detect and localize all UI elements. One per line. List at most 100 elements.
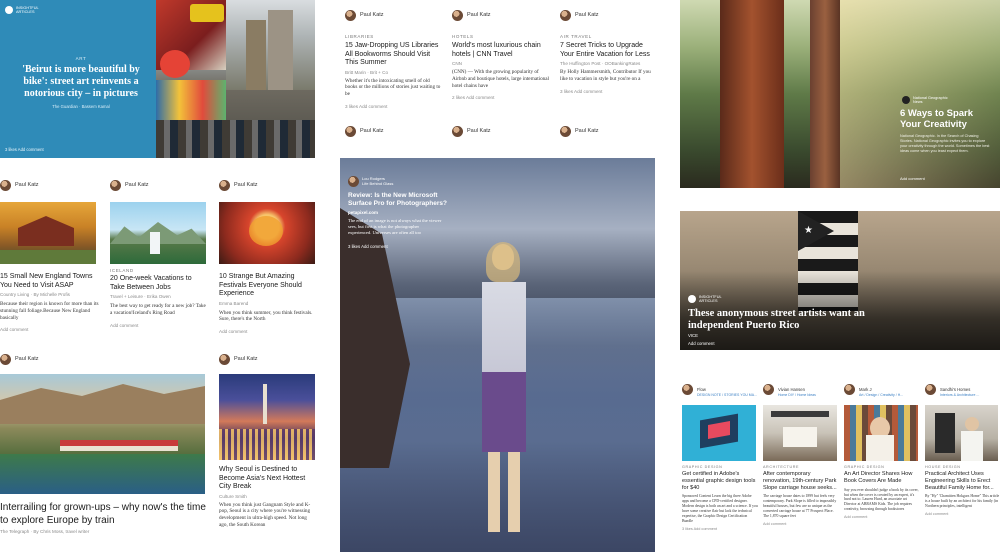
card-actions[interactable]: 3 likes Add comment bbox=[560, 89, 658, 94]
card-author[interactable]: Paul Katz bbox=[0, 352, 207, 366]
puerto-source-line2: ARTICLES bbox=[699, 299, 718, 304]
hero-card-beirut[interactable]: INSIGHTFUL ARTICLES ART 'Beirut is more … bbox=[0, 0, 315, 158]
card-image bbox=[219, 374, 315, 460]
card-actions[interactable]: Add comment bbox=[110, 323, 208, 328]
card-image bbox=[219, 202, 315, 264]
card-title[interactable]: Interrailing for grown-ups – why now's t… bbox=[0, 502, 207, 527]
author-name: Vivian Hansen bbox=[778, 386, 805, 392]
author-avatar bbox=[925, 383, 936, 395]
card-title[interactable]: 7 Secret Tricks to Upgrade Your Entire V… bbox=[560, 42, 658, 59]
card-actions[interactable]: 3 likes Add comment bbox=[345, 104, 443, 109]
card-new-england[interactable]: Paul Katz 15 Small New England Towns You… bbox=[0, 178, 100, 346]
author-name: Paul Katz bbox=[15, 356, 39, 362]
card-book-covers[interactable]: Mark J Art / Design / Creativity / H... … bbox=[844, 382, 920, 552]
card-title[interactable]: Get certified in Adobe's essential graph… bbox=[682, 471, 758, 491]
surface-actions[interactable]: 3 likes Add comment bbox=[348, 244, 388, 249]
puerto-title[interactable]: These anonymous street artists want an i… bbox=[688, 308, 878, 332]
card-actions[interactable]: Add comment bbox=[219, 329, 315, 334]
card-desc: The best way to get ready for a new job?… bbox=[110, 303, 206, 316]
card-actions[interactable]: Add comment bbox=[925, 512, 1000, 516]
card-meta: Britt Marin · Brit + Co bbox=[345, 69, 389, 75]
card-author[interactable]: Paul Katz bbox=[0, 178, 100, 192]
card-one-week-vacations[interactable]: Paul Katz ICELAND 20 One-week Vacations … bbox=[110, 178, 208, 346]
bottom-author-3[interactable]: Paul Katz bbox=[560, 124, 658, 138]
forest-actions[interactable]: Add comment bbox=[900, 176, 925, 181]
card-image bbox=[763, 405, 837, 461]
card-image bbox=[110, 202, 206, 264]
card-meta: CNN bbox=[452, 61, 462, 67]
source-avatar bbox=[348, 176, 359, 187]
card-surface-pro[interactable]: Lou Rodgers Life Behind Glass Review: Is… bbox=[340, 158, 655, 552]
card-tag: HOTELS bbox=[452, 34, 474, 39]
author-avatar bbox=[560, 125, 571, 137]
card-tag: GRAPHIC DESIGN bbox=[682, 465, 723, 469]
card-desc: Say you ever shouldn't judge a book by i… bbox=[844, 487, 919, 512]
card-adobe-tools[interactable]: Flow DESIGN NOTE / STORIES YOU MA... GRA… bbox=[682, 382, 758, 552]
card-actions[interactable]: 3 likes Add comment bbox=[682, 527, 758, 531]
card-meta: Travel + Leisure · Erika Owen bbox=[110, 294, 171, 300]
author-avatar bbox=[0, 353, 11, 365]
author-name: Paul Katz bbox=[234, 356, 258, 362]
card-park-slope[interactable]: Vivian Hansen Home DIY / Home Ideas ARCH… bbox=[763, 382, 839, 552]
surface-title[interactable]: Review: Is the New Microsoft Surface Pro… bbox=[348, 192, 448, 208]
card-meta: Culture Smith bbox=[219, 493, 247, 499]
card-luxury-hotels[interactable]: Paul Katz HOTELS World's most luxurious … bbox=[452, 8, 550, 118]
hero-tag: ART bbox=[75, 56, 87, 61]
card-tag: AIR TRAVEL bbox=[560, 34, 592, 39]
card-meta: Emma Barend bbox=[219, 300, 249, 306]
author-name: Paul Katz bbox=[467, 12, 491, 18]
card-title[interactable]: An Art Director Shares How Book Covers A… bbox=[844, 471, 920, 485]
card-author[interactable]: Paul Katz bbox=[345, 8, 443, 22]
card-architect-home[interactable]: Sandhi's Homes Interiors & Architecture … bbox=[925, 382, 1000, 552]
card-title[interactable]: World's most luxurious chain hotels | CN… bbox=[452, 42, 550, 59]
card-title[interactable]: 15 Jaw-Dropping US Libraries All Bookwor… bbox=[345, 42, 443, 68]
card-author[interactable]: Paul Katz bbox=[110, 178, 208, 192]
puerto-actions[interactable]: Add comment bbox=[688, 341, 715, 346]
card-title[interactable]: Practical Architect Uses Engineering Ski… bbox=[925, 471, 1000, 491]
hero-source: INSIGHTFUL ARTICLES bbox=[5, 6, 39, 15]
author-avatar bbox=[452, 9, 463, 21]
hero-actions[interactable]: 3 likes Add comment bbox=[5, 147, 44, 152]
card-author[interactable]: Paul Katz bbox=[560, 8, 658, 22]
card-author[interactable]: Paul Katz bbox=[219, 178, 315, 192]
card-title[interactable]: 10 Strange But Amazing Festivals Everyon… bbox=[219, 273, 315, 299]
card-air-travel[interactable]: Paul Katz AIR TRAVEL 7 Secret Tricks to … bbox=[560, 8, 658, 118]
hero-text: ART 'Beirut is more beautiful by bike': … bbox=[12, 56, 150, 109]
card-sub: Home DIY / Home Ideas bbox=[778, 393, 816, 397]
card-author[interactable]: Paul Katz bbox=[452, 8, 550, 22]
bottom-author-1[interactable]: Paul Katz bbox=[345, 124, 443, 138]
panel-right: National Geographic News 6 Ways to Spark… bbox=[680, 0, 1000, 552]
forest-title[interactable]: 6 Ways to Spark Your Creativity bbox=[900, 108, 996, 131]
card-desc: By Holly Hammersmith, Contributor If you… bbox=[560, 69, 651, 82]
card-actions[interactable]: Add comment bbox=[763, 522, 839, 526]
bottom-author-2[interactable]: Paul Katz bbox=[452, 124, 550, 138]
card-actions[interactable]: Add comment bbox=[844, 515, 920, 519]
card-desc: The carriage house dates to 1899 but fee… bbox=[763, 494, 837, 519]
card-libraries[interactable]: Paul Katz LIBRARIES 15 Jaw-Dropping US L… bbox=[345, 8, 443, 118]
card-desc: Sponsored Content Learn the big three Ad… bbox=[682, 494, 758, 524]
card-desc: Because their region is known for more t… bbox=[0, 301, 99, 321]
card-title[interactable]: After contemporary renovation, 19th-cent… bbox=[763, 471, 839, 491]
card-author[interactable]: Paul Katz bbox=[219, 352, 315, 366]
card-actions[interactable]: 2 likes Add comment bbox=[452, 95, 550, 100]
card-puerto-rico[interactable]: ★ INSIGHTFUL ARTICLES These anonymous st… bbox=[680, 211, 1000, 350]
forest-source: National Geographic News bbox=[902, 96, 948, 105]
card-desc: When you think summer, you think festiva… bbox=[219, 309, 313, 323]
author-name: Paul Katz bbox=[575, 12, 599, 18]
card-forest-creativity[interactable]: National Geographic News 6 Ways to Spark… bbox=[680, 0, 1000, 188]
card-title[interactable]: Why Seoul is Destined to Become Asia's N… bbox=[219, 466, 315, 492]
card-image bbox=[682, 405, 756, 461]
card-interrailing[interactable]: Paul Katz Interrailing for grown-ups – w… bbox=[0, 352, 207, 552]
card-seoul[interactable]: Paul Katz Why Seoul is Destined to Becom… bbox=[219, 352, 315, 552]
card-actions[interactable]: Add comment bbox=[0, 327, 100, 332]
card-image bbox=[844, 405, 918, 461]
source-logo-icon bbox=[688, 295, 696, 304]
card-title[interactable]: 15 Small New England Towns You Need to V… bbox=[0, 273, 100, 290]
card-sub: Interiors & Architecture ... bbox=[940, 393, 980, 397]
hero-title[interactable]: 'Beirut is more beautiful by bike': stre… bbox=[12, 64, 150, 100]
author-name: Paul Katz bbox=[467, 128, 491, 134]
card-title[interactable]: 20 One-week Vacations to Take Between Jo… bbox=[110, 275, 208, 292]
author-name: Sandhi's Homes bbox=[940, 386, 971, 392]
author-name: Paul Katz bbox=[125, 182, 149, 188]
card-festivals[interactable]: Paul Katz 10 Strange But Amazing Festiva… bbox=[219, 178, 315, 346]
